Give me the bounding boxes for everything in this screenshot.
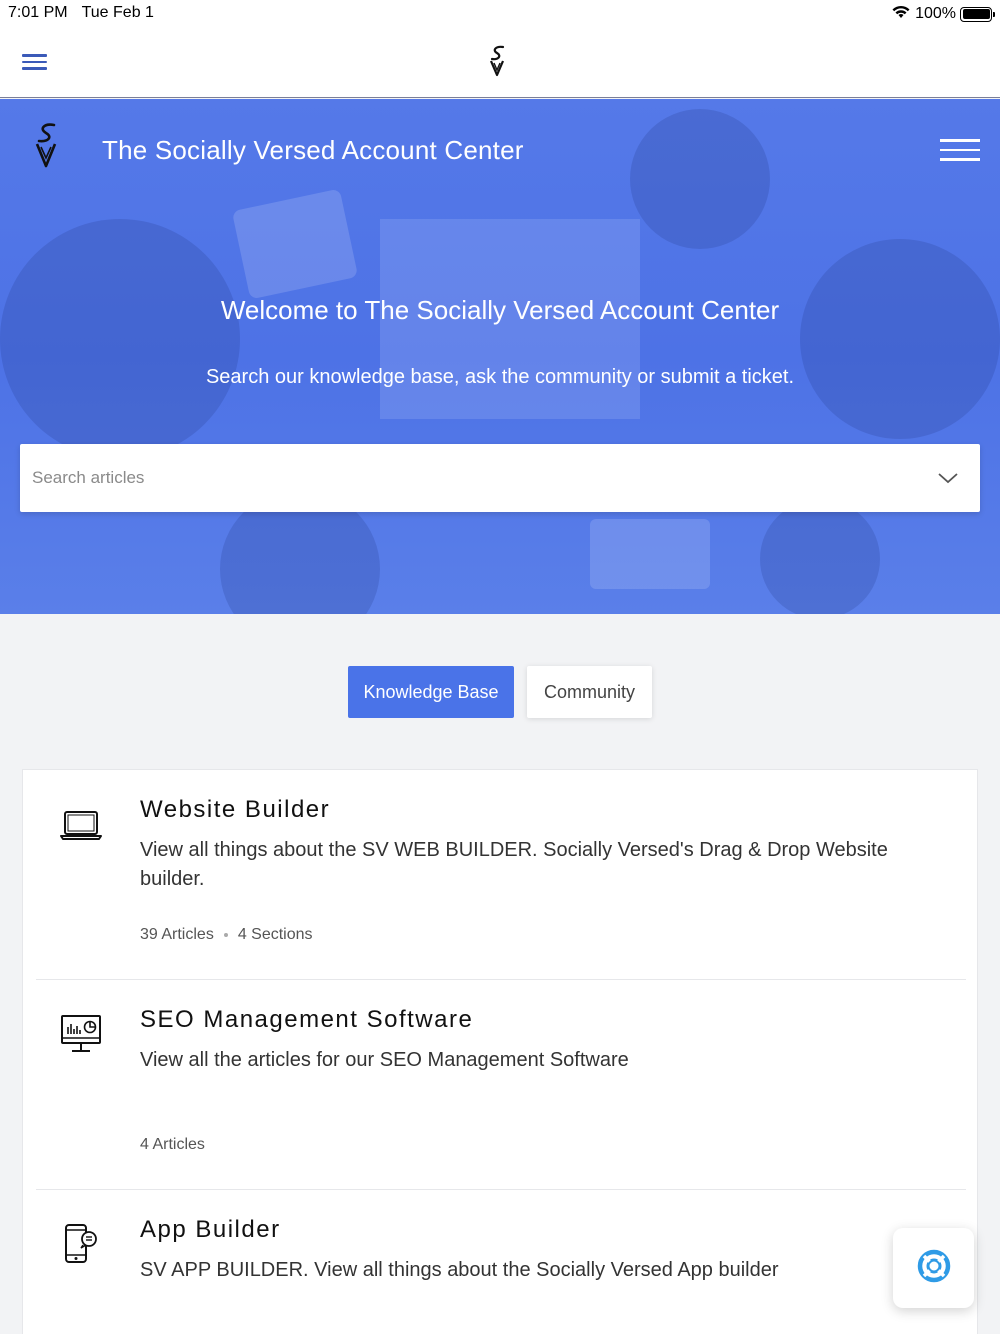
hamburger-icon[interactable] [22,50,52,76]
category-app-builder[interactable]: App Builder SV APP BUILDER. View all thi… [23,1190,979,1334]
category-website-builder[interactable]: Website Builder View all things about th… [23,770,979,980]
app-nav [0,28,1000,98]
category-title[interactable]: Website Builder [140,796,330,824]
chevron-down-icon[interactable] [936,468,960,488]
brand-name[interactable]: The Socially Versed Account Center [102,135,524,166]
battery-icon [960,6,995,22]
tab-community[interactable]: Community [527,666,652,718]
category-description: SV APP BUILDER. View all things about th… [140,1259,779,1281]
status-time: 7:01 PM [8,4,68,21]
mobile-app-icon [59,1222,103,1266]
hero-subtitle: Search our knowledge base, ask the commu… [205,366,795,388]
article-count: 4 Articles [140,1136,205,1153]
section-count: 4 Sections [237,926,313,943]
category-seo-management[interactable]: SEO Management Software View all the art… [23,980,979,1190]
category-meta: 39 Articles 4 Sections [140,926,313,944]
socially-versed-logo[interactable] [484,44,512,80]
hamburger-icon[interactable] [940,139,982,161]
category-title[interactable]: SEO Management Software [140,1006,473,1034]
category-description: View all the articles for our SEO Manage… [140,1049,629,1071]
search-box [20,444,980,512]
content-tabs: Knowledge Base Community [0,666,1000,718]
status-date: Tue Feb 1 [81,4,154,21]
laptop-icon [59,802,103,846]
socially-versed-logo[interactable] [30,121,64,171]
lifebuoy-icon [917,1249,951,1288]
status-bar: 7:01 PM Tue Feb 1 100% [0,0,1000,28]
battery-percent: 100% [915,5,956,22]
hero-header: The Socially Versed Account Center [0,99,1000,209]
tab-knowledge-base[interactable]: Knowledge Base [348,666,514,718]
search-input[interactable] [32,444,892,512]
article-count: 39 Articles [140,926,214,943]
category-description: View all things about the SV WEB BUILDER… [140,839,888,890]
wifi-icon [891,4,911,24]
monitor-analytics-icon [59,1012,103,1056]
category-meta: 4 Articles [140,1136,205,1154]
hero-title: Welcome to The Socially Versed Account C… [220,295,780,325]
help-button[interactable] [893,1228,974,1308]
category-title[interactable]: App Builder [140,1216,281,1244]
category-list: Website Builder View all things about th… [22,769,978,1334]
separator-dot [223,933,228,937]
hero-banner: The Socially Versed Account Center Welco… [0,99,1000,614]
